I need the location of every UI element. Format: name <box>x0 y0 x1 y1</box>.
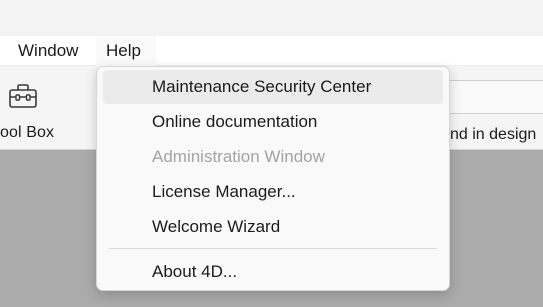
menu-item-maintenance-security-center[interactable]: Maintenance Security Center <box>103 70 443 104</box>
menu-item-online-documentation[interactable]: Online documentation <box>103 105 443 139</box>
menu-help[interactable]: Help <box>96 36 156 66</box>
menu-window[interactable]: Window <box>8 36 94 66</box>
menu-item-administration-window: Administration Window <box>152 147 325 166</box>
menu-item-welcome-wizard[interactable]: Welcome Wizard <box>103 210 443 244</box>
toolbox-button-label[interactable]: ool Box <box>0 124 54 142</box>
menu-separator <box>109 248 437 249</box>
toolbox-icon[interactable] <box>8 82 38 110</box>
menubar: Window Help <box>0 36 543 66</box>
help-menu-dropdown: Maintenance Security Center Online docum… <box>96 66 450 291</box>
title-bar <box>0 0 543 36</box>
design-field[interactable] <box>442 80 543 114</box>
design-mode-label: nd in design <box>450 126 537 143</box>
menu-item-license-manager[interactable]: License Manager... <box>103 175 443 209</box>
menu-item-about-4d[interactable]: About 4D... <box>103 255 443 289</box>
